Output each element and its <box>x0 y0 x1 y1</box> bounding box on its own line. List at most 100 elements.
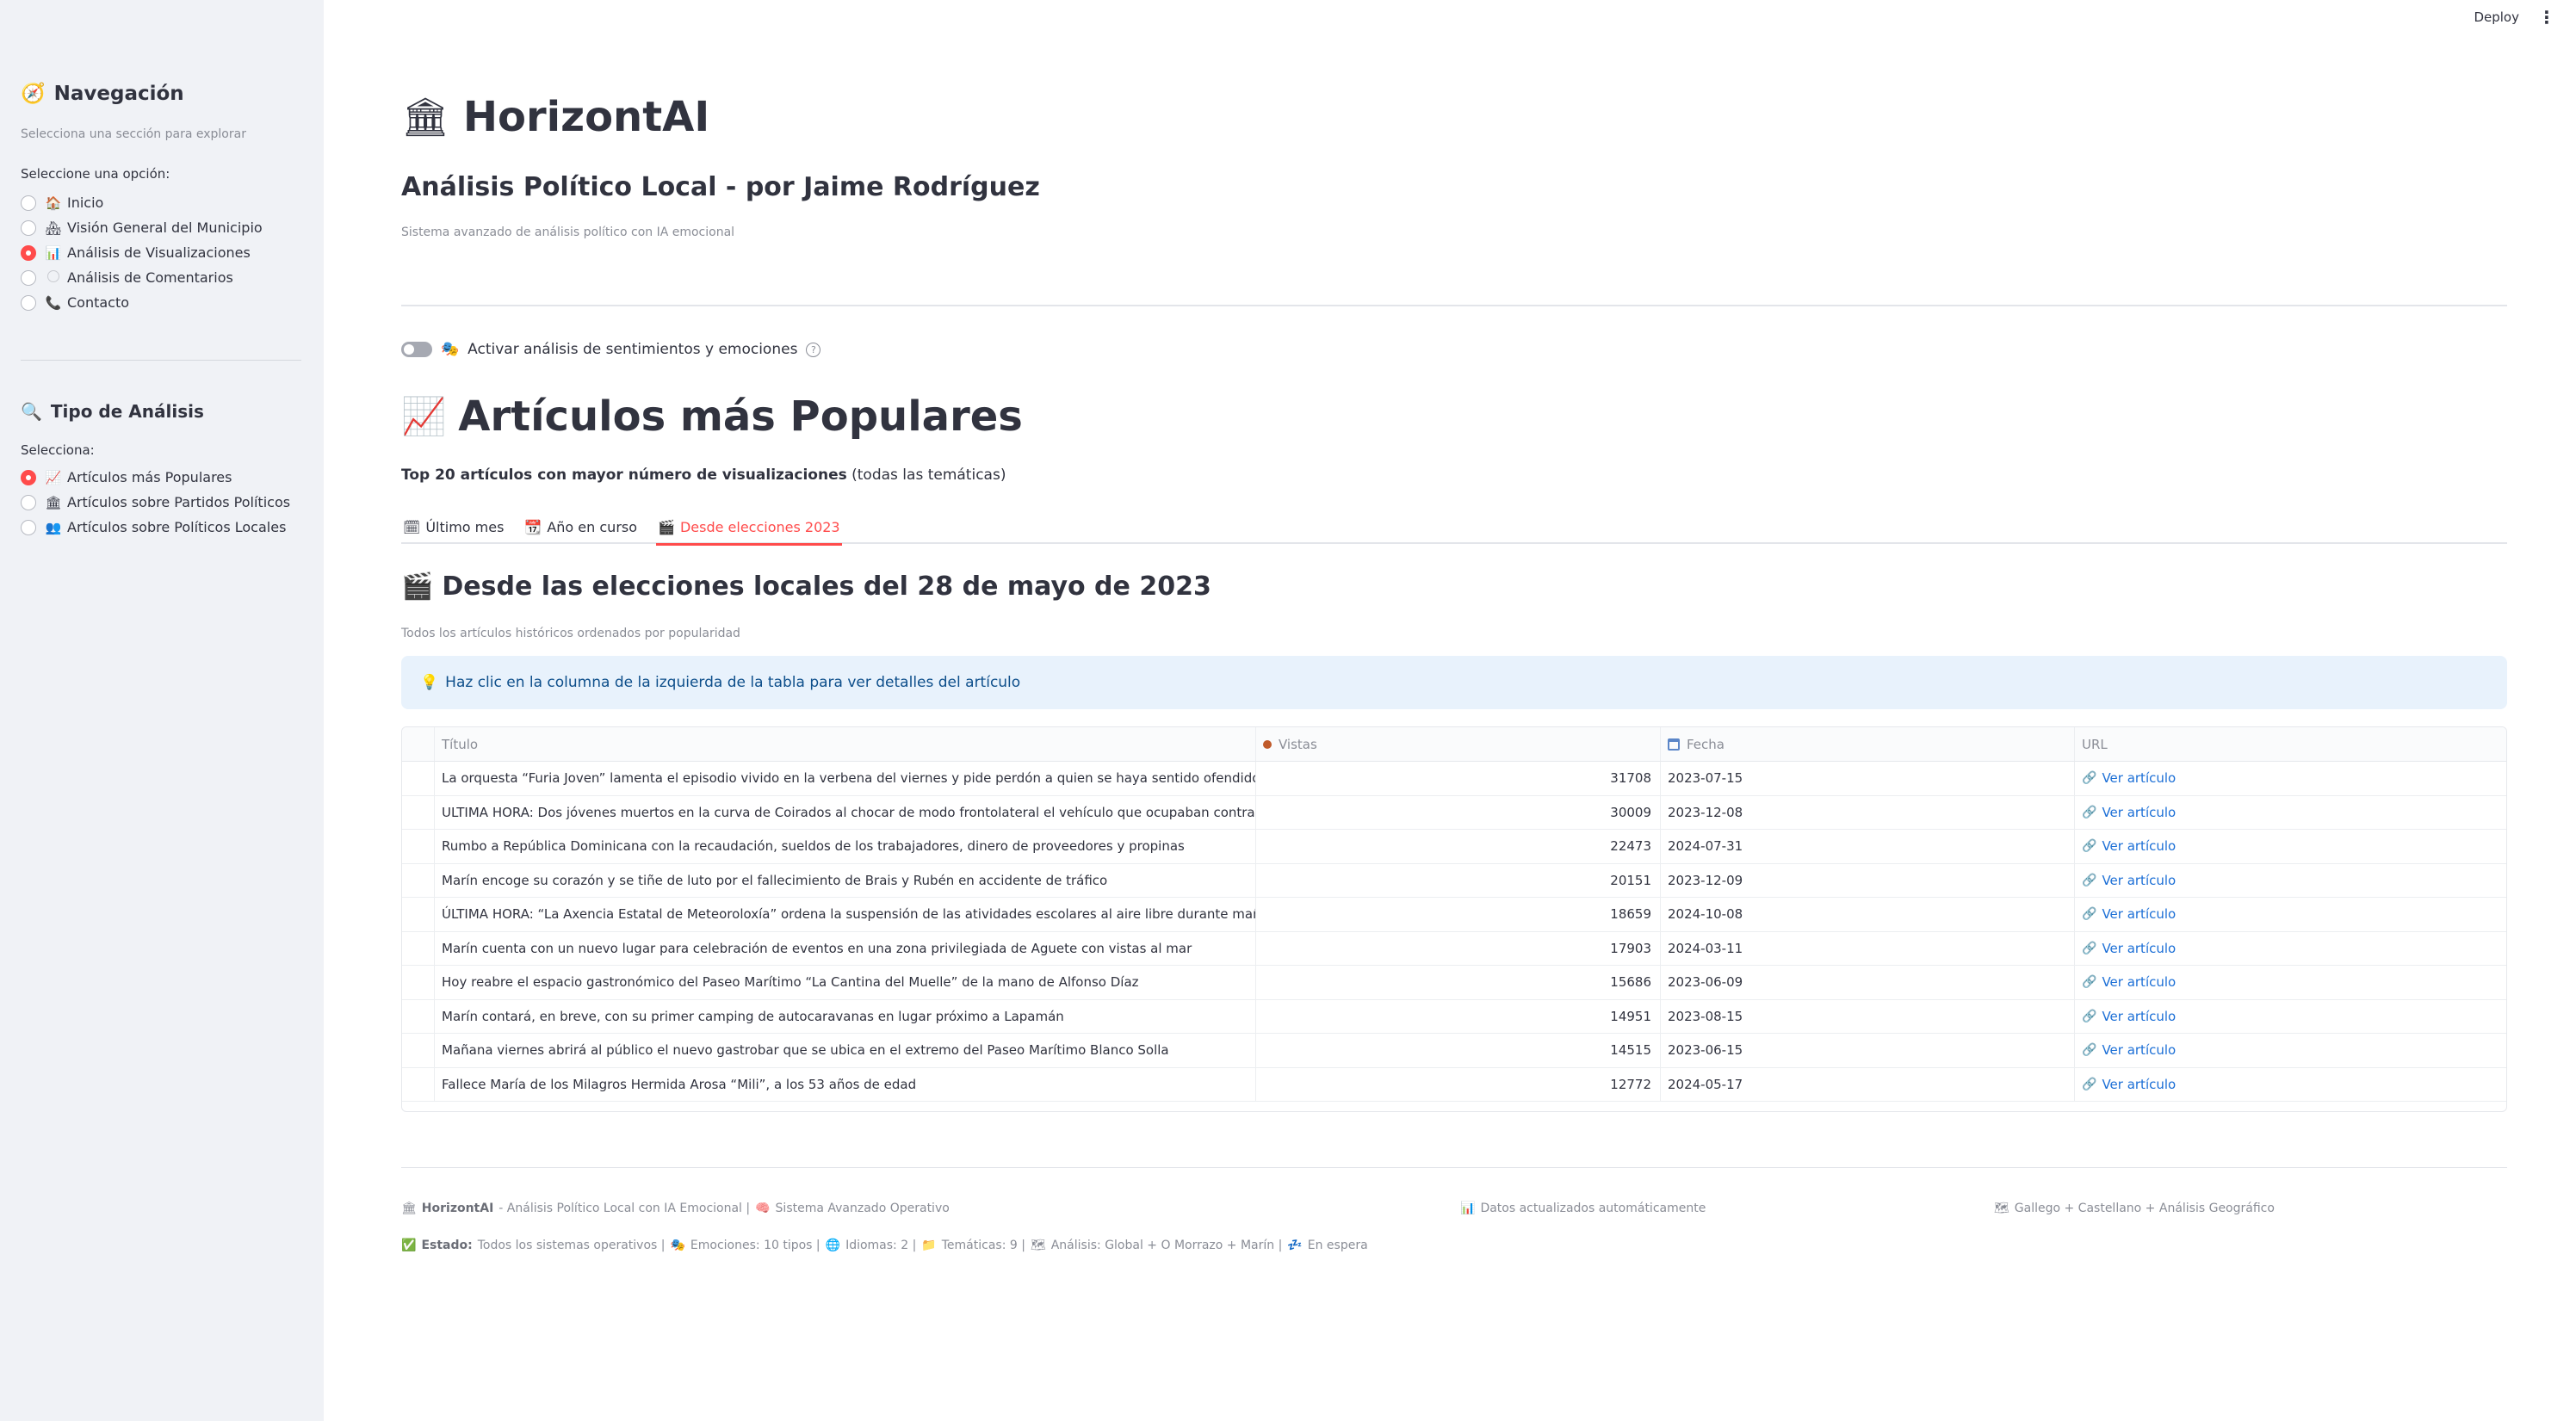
section-title: Artículos más Populares <box>458 392 1023 441</box>
analysis-heading: 🔍 Tipo de Análisis <box>21 401 204 422</box>
row-selector[interactable] <box>402 762 435 795</box>
topbar: Deploy ⋮ <box>2474 9 2555 26</box>
table-row[interactable]: ULTIMA HORA: Dos jóvenes muertos en la c… <box>402 795 2506 830</box>
article-link[interactable]: Ver artículo <box>2102 770 2176 786</box>
cell-views: 15686 <box>1256 966 1661 999</box>
sentiment-toggle[interactable] <box>401 342 432 357</box>
table-row[interactable]: Marín cuenta con un nuevo lugar para cel… <box>402 931 2506 966</box>
article-link[interactable]: Ver artículo <box>2102 1077 2176 1092</box>
cell-date: 2024-07-31 <box>1661 830 2075 863</box>
table-row[interactable]: Fallece María de los Milagros Hermida Ar… <box>402 1067 2506 1102</box>
radio-circle-selected[interactable] <box>21 244 36 261</box>
row-selector[interactable] <box>402 830 435 863</box>
cell-views: 12772 <box>1256 1067 1661 1101</box>
cell-title: ULTIMA HORA: Dos jóvenes muertos en la c… <box>435 795 1256 829</box>
cell-url: 🔗 Ver artículo <box>2075 1000 2506 1034</box>
cell-views: 22473 <box>1256 830 1661 863</box>
calendar-icon: 🗓 <box>403 518 421 535</box>
tab-ultimo-mes[interactable]: 🗓 Último mes <box>401 510 505 544</box>
analysis-option-politicos[interactable]: 👥 Artículos sobre Políticos Locales <box>21 515 290 540</box>
cell-url: 🔗 Ver artículo <box>2075 966 2506 999</box>
radio-circle[interactable] <box>21 494 36 510</box>
cell-url: 🔗 Ver artículo <box>2075 864 2506 898</box>
eye-icon <box>1263 739 1272 749</box>
article-link[interactable]: Ver artículo <box>2102 941 2176 956</box>
kebab-menu-icon[interactable]: ⋮ <box>2538 9 2555 26</box>
people-icon: 👥 <box>45 519 62 535</box>
link-icon: 🔗 <box>2082 839 2097 854</box>
chart-up-icon: 📈 <box>401 395 447 437</box>
article-link[interactable]: Ver artículo <box>2102 906 2176 922</box>
analysis-option-populares[interactable]: 📈 Artículos más Populares <box>21 465 290 490</box>
table-row[interactable]: Mañana viernes abrirá al público el nuev… <box>402 1034 2506 1068</box>
section-title-row: 📈 Artículos más Populares <box>401 392 1023 441</box>
header-title[interactable]: Título <box>435 727 1256 761</box>
cell-url: 🔗 Ver artículo <box>2075 898 2506 931</box>
speech-bubble-icon <box>45 269 62 286</box>
sidebar: 🧭 Navegación Selecciona una sección para… <box>0 0 324 1421</box>
clapper-icon: 🎬 <box>658 518 675 535</box>
app-caption: Sistema avanzado de análisis político co… <box>401 226 735 239</box>
row-selector[interactable] <box>402 1067 435 1101</box>
deploy-button[interactable]: Deploy <box>2474 9 2519 25</box>
table-row[interactable]: La orquesta “Furia Joven” lamenta el epi… <box>402 762 2506 796</box>
cell-date: 2024-10-08 <box>1661 898 2075 931</box>
table-row[interactable]: Marín contará, en breve, con su primer c… <box>402 999 2506 1034</box>
cell-views: 20151 <box>1256 863 1661 897</box>
articles-table[interactable]: Título Vistas Fecha URL La orquesta “Fur… <box>401 726 2507 1112</box>
check-icon: ✅ <box>401 1239 417 1252</box>
link-icon: 🔗 <box>2082 907 2097 922</box>
row-selector[interactable] <box>402 795 435 829</box>
subsection-title-row: 🎬 Desde las elecciones locales del 28 de… <box>401 571 1211 602</box>
nav-option-inicio[interactable]: 🏠 Inicio <box>21 190 263 215</box>
classical-building-icon: 🏛 <box>401 1202 417 1215</box>
row-selector[interactable] <box>402 931 435 965</box>
help-icon[interactable]: ? <box>806 342 821 357</box>
row-selector[interactable] <box>402 966 435 999</box>
theater-masks-icon: 🎭 <box>670 1239 685 1252</box>
analysis-option-partidos[interactable]: 🏛 Artículos sobre Partidos Políticos <box>21 490 290 515</box>
header-url[interactable]: URL <box>2075 727 2506 761</box>
table-row[interactable]: Hoy reabre el espacio gastronómico del P… <box>402 966 2506 1000</box>
article-link[interactable]: Ver artículo <box>2102 805 2176 820</box>
radio-circle[interactable] <box>21 294 36 311</box>
subsection-title: Desde las elecciones locales del 28 de m… <box>442 571 1211 602</box>
article-link[interactable]: Ver artículo <box>2102 974 2176 990</box>
header-views[interactable]: Vistas <box>1256 727 1661 761</box>
nav-option-visualizaciones[interactable]: 📊 Análisis de Visualizaciones <box>21 240 263 265</box>
nav-option-comentarios[interactable]: Análisis de Comentarios <box>21 265 263 290</box>
row-selector[interactable] <box>402 999 435 1033</box>
table-row[interactable]: Marín encoge su corazón y se tiñe de lut… <box>402 863 2506 898</box>
article-link[interactable]: Ver artículo <box>2102 1042 2176 1058</box>
article-link[interactable]: Ver artículo <box>2102 873 2176 888</box>
cell-views: 30009 <box>1256 795 1661 829</box>
header-date[interactable]: Fecha <box>1661 727 2075 761</box>
cell-views: 31708 <box>1256 762 1661 795</box>
article-link[interactable]: Ver artículo <box>2102 838 2176 854</box>
cell-date: 2024-05-17 <box>1661 1067 2075 1101</box>
row-selector[interactable] <box>402 863 435 897</box>
cell-title: Hoy reabre el espacio gastronómico del P… <box>435 966 1256 999</box>
radio-circle-selected[interactable] <box>21 469 36 485</box>
row-selector[interactable] <box>402 1034 435 1067</box>
article-link[interactable]: Ver artículo <box>2102 1009 2176 1024</box>
radio-circle[interactable] <box>21 519 36 535</box>
tab-ano-en-curso[interactable]: 📆 Año en curso <box>523 510 639 544</box>
nav-option-contacto[interactable]: 📞 Contacto <box>21 290 263 315</box>
link-icon: 🔗 <box>2082 1043 2097 1058</box>
nav-option-vision-general[interactable]: 🏘 Visión General del Municipio <box>21 215 263 240</box>
globe-icon: 🌐 <box>825 1239 841 1252</box>
cell-url: 🔗 Ver artículo <box>2075 830 2506 863</box>
row-selector[interactable] <box>402 898 435 931</box>
cell-title: Fallece María de los Milagros Hermida Ar… <box>435 1067 1256 1101</box>
app-title: HorizontAI <box>462 93 710 141</box>
radio-circle[interactable] <box>21 269 36 286</box>
table-row[interactable]: Rumbo a República Dominicana con la reca… <box>402 830 2506 864</box>
radio-circle[interactable] <box>21 195 36 211</box>
radio-circle[interactable] <box>21 219 36 236</box>
link-icon: 🔗 <box>2082 941 2097 955</box>
folder-icon: 📁 <box>921 1239 937 1252</box>
table-row[interactable]: ÚLTIMA HORA: “La Axencia Estatal de Mete… <box>402 898 2506 932</box>
cell-views: 14515 <box>1256 1034 1661 1067</box>
tab-desde-elecciones[interactable]: 🎬 Desde elecciones 2023 <box>656 510 842 546</box>
